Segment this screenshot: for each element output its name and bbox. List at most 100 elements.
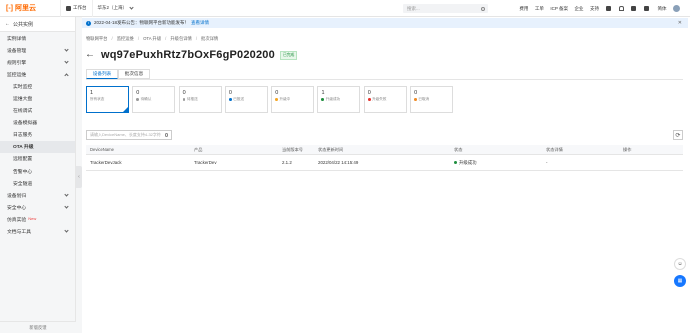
search-input[interactable]: 搜索... <box>403 4 488 13</box>
workbench-button[interactable]: 工作台 <box>60 0 92 17</box>
sidebar-item[interactable]: 运维大盘 <box>0 92 75 104</box>
col-devicename: DeviceName <box>90 147 114 152</box>
chevron-down-icon <box>64 228 69 233</box>
status-card-count: 0 <box>136 90 140 96</box>
status-card[interactable]: 0 已推送 <box>224 86 268 113</box>
avatar[interactable] <box>673 5 680 12</box>
status-card-count: 0 <box>182 90 186 96</box>
close-icon[interactable]: ✕ <box>678 20 682 26</box>
sidebar-item[interactable]: 日志服务 <box>0 129 75 141</box>
back-arrow-icon[interactable]: ← <box>85 50 95 60</box>
sidebar-item-label: 实例详情 <box>7 36 27 42</box>
status-dot-icon <box>182 98 186 101</box>
cell-version: 2.1.2 <box>282 160 292 165</box>
breadcrumb-item[interactable]: 物联网平台 <box>86 36 107 42</box>
sidebar-item[interactable]: 监控运维 <box>0 68 75 80</box>
sidebar-item[interactable]: 规则引擎 <box>0 56 75 68</box>
status-card-count: 0 <box>228 90 232 96</box>
sidebar-item[interactable]: 远程配置 <box>0 153 75 165</box>
status-card-label: 已推送 <box>233 97 244 101</box>
status-card[interactable]: 0 已取消 <box>410 86 454 113</box>
sidebar-item-label: 日志服务 <box>13 133 33 139</box>
sidebar-item[interactable]: 设备划归 <box>0 189 75 201</box>
status-card-label-row: 所有状态 <box>90 97 125 102</box>
status-card[interactable]: 0 升级失败 <box>363 86 407 113</box>
status-card[interactable]: 0 升级中 <box>271 86 315 113</box>
breadcrumb-item[interactable]: 升级包详情 <box>170 36 191 42</box>
sidebar-item-label: 文档与工具 <box>7 230 31 236</box>
cell-devicename[interactable]: TrackerDevJack <box>86 160 194 165</box>
bell-icon[interactable] <box>619 6 624 11</box>
back-arrow-icon: ← <box>5 21 10 27</box>
sidebar-item[interactable]: 告警中心 <box>0 165 75 177</box>
status-card[interactable]: 1 所有状态 <box>86 86 129 113</box>
status-card-count: 1 <box>90 90 94 96</box>
sidebar-item[interactable]: 文档与工具 <box>0 226 75 238</box>
nav-enterprise[interactable]: 企业 <box>575 6 584 12</box>
sidebar-item-label: 运维大盘 <box>13 97 33 103</box>
status-card-label-row: 升级失败 <box>367 97 403 102</box>
device-search-input[interactable]: 请输入DeviceName、长度支持4-32字符 <box>86 130 172 140</box>
status-dot-icon <box>321 98 325 101</box>
selected-corner-icon <box>123 107 128 112</box>
chevron-down-icon <box>129 4 134 10</box>
aliyun-logo[interactable]: [-] 阿里云 <box>0 3 60 13</box>
sidebar-item[interactable]: OTA 升级 <box>0 140 75 153</box>
sidebar-item-label: OTA 升级 <box>13 145 34 151</box>
feedback-button[interactable]: 新版反馈 <box>0 321 76 333</box>
chat-icon: ☺ <box>677 261 683 267</box>
announcement-link[interactable]: 查看详情 <box>191 20 209 26</box>
col-status: 状态 <box>454 146 463 152</box>
status-card-label-row: 升级成功 <box>321 97 356 102</box>
table-header: DeviceName 产品 当前版本号 状态更新时间 状态 状态详情 操作 <box>86 145 683 155</box>
grid-icon: ▦ <box>677 278 683 284</box>
status-badge: 已完成 <box>279 50 298 60</box>
workbench-label: 工作台 <box>73 5 87 10</box>
status-card-label: 升级中 <box>279 97 291 101</box>
language-selector[interactable]: 简体 <box>658 6 667 12</box>
status-card[interactable]: 0 待推送 <box>178 86 222 113</box>
device-table: DeviceName 产品 当前版本号 状态更新时间 状态 状态详情 操作 Tr… <box>86 145 683 171</box>
status-card[interactable]: 0 待确认 <box>132 86 176 113</box>
sidebar-item[interactable]: 设备模拟器 <box>0 117 75 129</box>
nav-fees[interactable]: 费用 <box>519 6 528 12</box>
help-icon[interactable] <box>644 6 649 11</box>
sidebar-back-public-instance[interactable]: ← 公共实例 <box>0 17 75 32</box>
col-status-detail: 状态详情 <box>546 146 563 152</box>
search-icon <box>481 6 485 11</box>
table-row: TrackerDevJack TrackerDev 2.1.2 2022/04/… <box>86 155 683 171</box>
sidebar-item[interactable]: 安全隧道 <box>0 177 75 189</box>
sidebar-item[interactable]: 安全中心 <box>0 201 75 213</box>
breadcrumb-item[interactable]: OTA 升级 <box>143 36 161 42</box>
sidebar-item-label: 实时监控 <box>13 84 33 90</box>
main-content: i 2022-04-18发布公告：物联网平台新功能发布！ 查看详情 ✕ 物联网平… <box>82 17 690 333</box>
chevron-down-icon <box>64 192 69 197</box>
refresh-icon: ⟳ <box>675 132 681 139</box>
sidebar-item[interactable]: 实时监控 <box>0 80 75 92</box>
sidebar-item-label: 告警中心 <box>13 169 33 175</box>
status-card-label-row: 待推送 <box>182 97 218 102</box>
nav-icp[interactable]: ICP 备案 <box>550 6 568 12</box>
chat-helper-button[interactable]: ☺ <box>674 258 686 270</box>
sidebar-item[interactable]: 设备管理 <box>0 44 75 56</box>
cart-icon[interactable] <box>630 6 636 11</box>
refresh-button[interactable]: ⟳ <box>673 130 683 140</box>
sidebar-item[interactable]: 实例详情 <box>0 32 75 44</box>
nav-tickets[interactable]: 工单 <box>535 6 544 12</box>
sidebar-menu: 实例详情设备管理 规则引擎 监控运维实时监控运维大盘在线调试 设备模拟器日志服务 OTA… <box>0 32 75 238</box>
sidebar-item[interactable]: 仿真实验 New <box>0 213 75 225</box>
nav-support[interactable]: 支持 <box>590 6 599 12</box>
search-placeholder: 请输入DeviceName、长度支持4-32字符 <box>90 132 161 137</box>
sidebar-head-label: 公共实例 <box>13 21 34 28</box>
breadcrumb-item[interactable]: 监控运维 <box>117 36 134 42</box>
tab-device-list[interactable]: 设备列表 <box>86 69 118 79</box>
tab-batch-info[interactable]: 批次信息 <box>118 69 150 79</box>
status-dot-icon <box>275 98 278 101</box>
status-card-label: 待推送 <box>186 97 198 101</box>
region-selector[interactable]: 华东2（上海） <box>91 0 139 17</box>
sidebar-item[interactable]: 在线调试 <box>0 105 75 117</box>
status-card[interactable]: 1 升级成功 <box>317 86 361 113</box>
terminal-icon[interactable] <box>605 6 611 11</box>
assistant-button[interactable]: ▦ <box>674 275 686 287</box>
logo-text: 阿里云 <box>15 5 36 12</box>
